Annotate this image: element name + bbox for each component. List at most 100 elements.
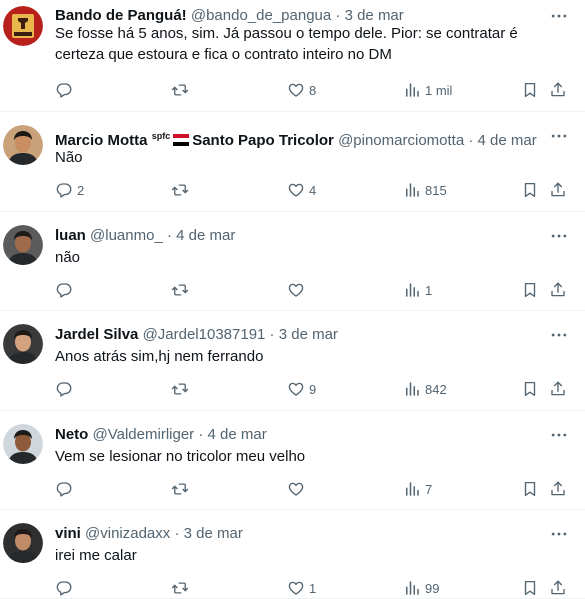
reply-button[interactable] <box>55 578 77 598</box>
share-icon <box>549 181 567 199</box>
views-button[interactable]: 815 <box>403 180 447 200</box>
views-count: 815 <box>425 182 447 198</box>
replies-count: 2 <box>77 182 85 198</box>
tweet-date[interactable]: 3 de mar <box>279 326 338 343</box>
reply-tweet[interactable]: Jardel Silva @Jardel10387191 · 3 de mar A… <box>0 311 585 411</box>
views-icon <box>403 281 421 299</box>
bookmark-icon <box>521 380 539 398</box>
display-name[interactable]: luan <box>55 227 86 244</box>
tweet-text: Vem se lesionar no tricolor meu velho <box>55 448 306 465</box>
views-icon <box>403 81 421 99</box>
reply-tweet[interactable]: Bando de Panguá! @bando_de_pangua · 3 de… <box>0 0 585 112</box>
share-button[interactable] <box>549 80 567 100</box>
share-button[interactable] <box>549 578 567 598</box>
more-icon[interactable] <box>547 126 571 146</box>
tweet-text: irei me calar <box>55 547 137 564</box>
reply-tweet[interactable]: Neto @Valdemirliger · 4 de mar Vem se les… <box>0 411 585 510</box>
retweet-button[interactable] <box>171 479 193 499</box>
tweet-text: Se fosse há 5 anos, sim. Já passou o tem… <box>55 25 518 63</box>
like-button[interactable] <box>287 280 309 300</box>
views-button[interactable]: 1 mil <box>403 80 452 100</box>
bookmark-button[interactable] <box>521 578 539 598</box>
reply-button[interactable] <box>55 379 77 399</box>
bookmark-button[interactable] <box>521 379 539 399</box>
bookmark-button[interactable] <box>521 280 539 300</box>
share-button[interactable] <box>549 479 567 499</box>
tweet-actions: 8 1 mil <box>55 80 575 100</box>
heart-icon <box>287 480 305 498</box>
views-icon <box>403 480 421 498</box>
like-button[interactable]: 8 <box>287 80 316 100</box>
more-icon[interactable] <box>547 425 571 445</box>
display-name[interactable]: vini <box>55 525 81 542</box>
tweet-text: Não <box>55 149 83 166</box>
display-name[interactable]: Jardel Silva <box>55 326 138 343</box>
user-handle[interactable]: @Jardel10387191 <box>143 326 266 343</box>
retweet-button[interactable] <box>171 80 193 100</box>
retweet-icon <box>171 480 189 498</box>
display-name[interactable]: Neto <box>55 426 88 443</box>
views-icon <box>403 579 421 597</box>
separator-dot: · <box>265 326 279 343</box>
tweet-date[interactable]: 3 de mar <box>184 525 243 542</box>
share-button[interactable] <box>549 379 567 399</box>
reply-button[interactable] <box>55 280 77 300</box>
user-handle[interactable]: @luanmo_ <box>90 227 163 244</box>
tweet-date[interactable]: 4 de mar <box>208 426 267 443</box>
tweet-date[interactable]: 3 de mar <box>345 7 404 24</box>
avatar[interactable] <box>3 523 43 563</box>
more-icon[interactable] <box>547 226 571 246</box>
bookmark-icon <box>521 579 539 597</box>
bookmark-button[interactable] <box>521 180 539 200</box>
reply-tweet[interactable]: vini @vinizadaxx · 3 de mar irei me calar… <box>0 510 585 599</box>
views-icon <box>403 380 421 398</box>
more-icon[interactable] <box>547 325 571 345</box>
views-icon <box>403 181 421 199</box>
like-button[interactable] <box>287 479 309 499</box>
likes-count: 4 <box>309 182 317 198</box>
bookmark-button[interactable] <box>521 80 539 100</box>
avatar[interactable] <box>3 225 43 265</box>
retweet-button[interactable] <box>171 180 193 200</box>
reply-button[interactable] <box>55 80 77 100</box>
bookmark-icon <box>521 81 539 99</box>
reply-feed: Bando de Panguá! @bando_de_pangua · 3 de… <box>0 0 585 599</box>
tweet-date[interactable]: 4 de mar <box>176 227 235 244</box>
views-button[interactable]: 842 <box>403 379 447 399</box>
display-name[interactable]: Bando de Panguá! <box>55 7 187 24</box>
more-icon[interactable] <box>547 524 571 544</box>
retweet-button[interactable] <box>171 280 193 300</box>
avatar[interactable] <box>3 324 43 364</box>
more-icon[interactable] <box>547 6 571 26</box>
like-button[interactable]: 4 <box>287 180 316 200</box>
share-icon <box>549 579 567 597</box>
views-button[interactable]: 7 <box>403 479 432 499</box>
retweet-icon <box>171 81 189 99</box>
retweet-button[interactable] <box>171 578 193 598</box>
reply-button[interactable]: 2 <box>55 180 84 200</box>
avatar[interactable] <box>3 424 43 464</box>
reply-icon <box>55 380 73 398</box>
share-button[interactable] <box>549 280 567 300</box>
bookmark-button[interactable] <box>521 479 539 499</box>
share-button[interactable] <box>549 180 567 200</box>
views-button[interactable]: 1 <box>403 280 432 300</box>
user-handle[interactable]: @Valdemirliger <box>93 426 195 443</box>
views-button[interactable]: 99 <box>403 578 439 598</box>
user-handle[interactable]: @bando_de_pangua <box>191 7 331 24</box>
user-handle[interactable]: @vinizadaxx <box>85 525 170 542</box>
reply-tweet[interactable]: Marcio Motta spfc Santo Papo Tricolor @pi… <box>0 112 585 212</box>
like-button[interactable]: 9 <box>287 379 316 399</box>
likes-count: 1 <box>309 580 317 596</box>
retweet-button[interactable] <box>171 379 193 399</box>
share-icon <box>549 81 567 99</box>
avatar[interactable] <box>3 125 43 165</box>
like-button[interactable]: 1 <box>287 578 316 598</box>
retweet-icon <box>171 181 189 199</box>
reply-tweet[interactable]: luan @luanmo_ · 4 de mar não 1 <box>0 212 585 311</box>
separator-dot: · <box>194 426 208 443</box>
separator-dot: · <box>162 227 177 244</box>
avatar[interactable] <box>3 6 43 46</box>
tweet-header: Neto @Valdemirliger · 4 de mar <box>55 425 545 445</box>
reply-button[interactable] <box>55 479 77 499</box>
